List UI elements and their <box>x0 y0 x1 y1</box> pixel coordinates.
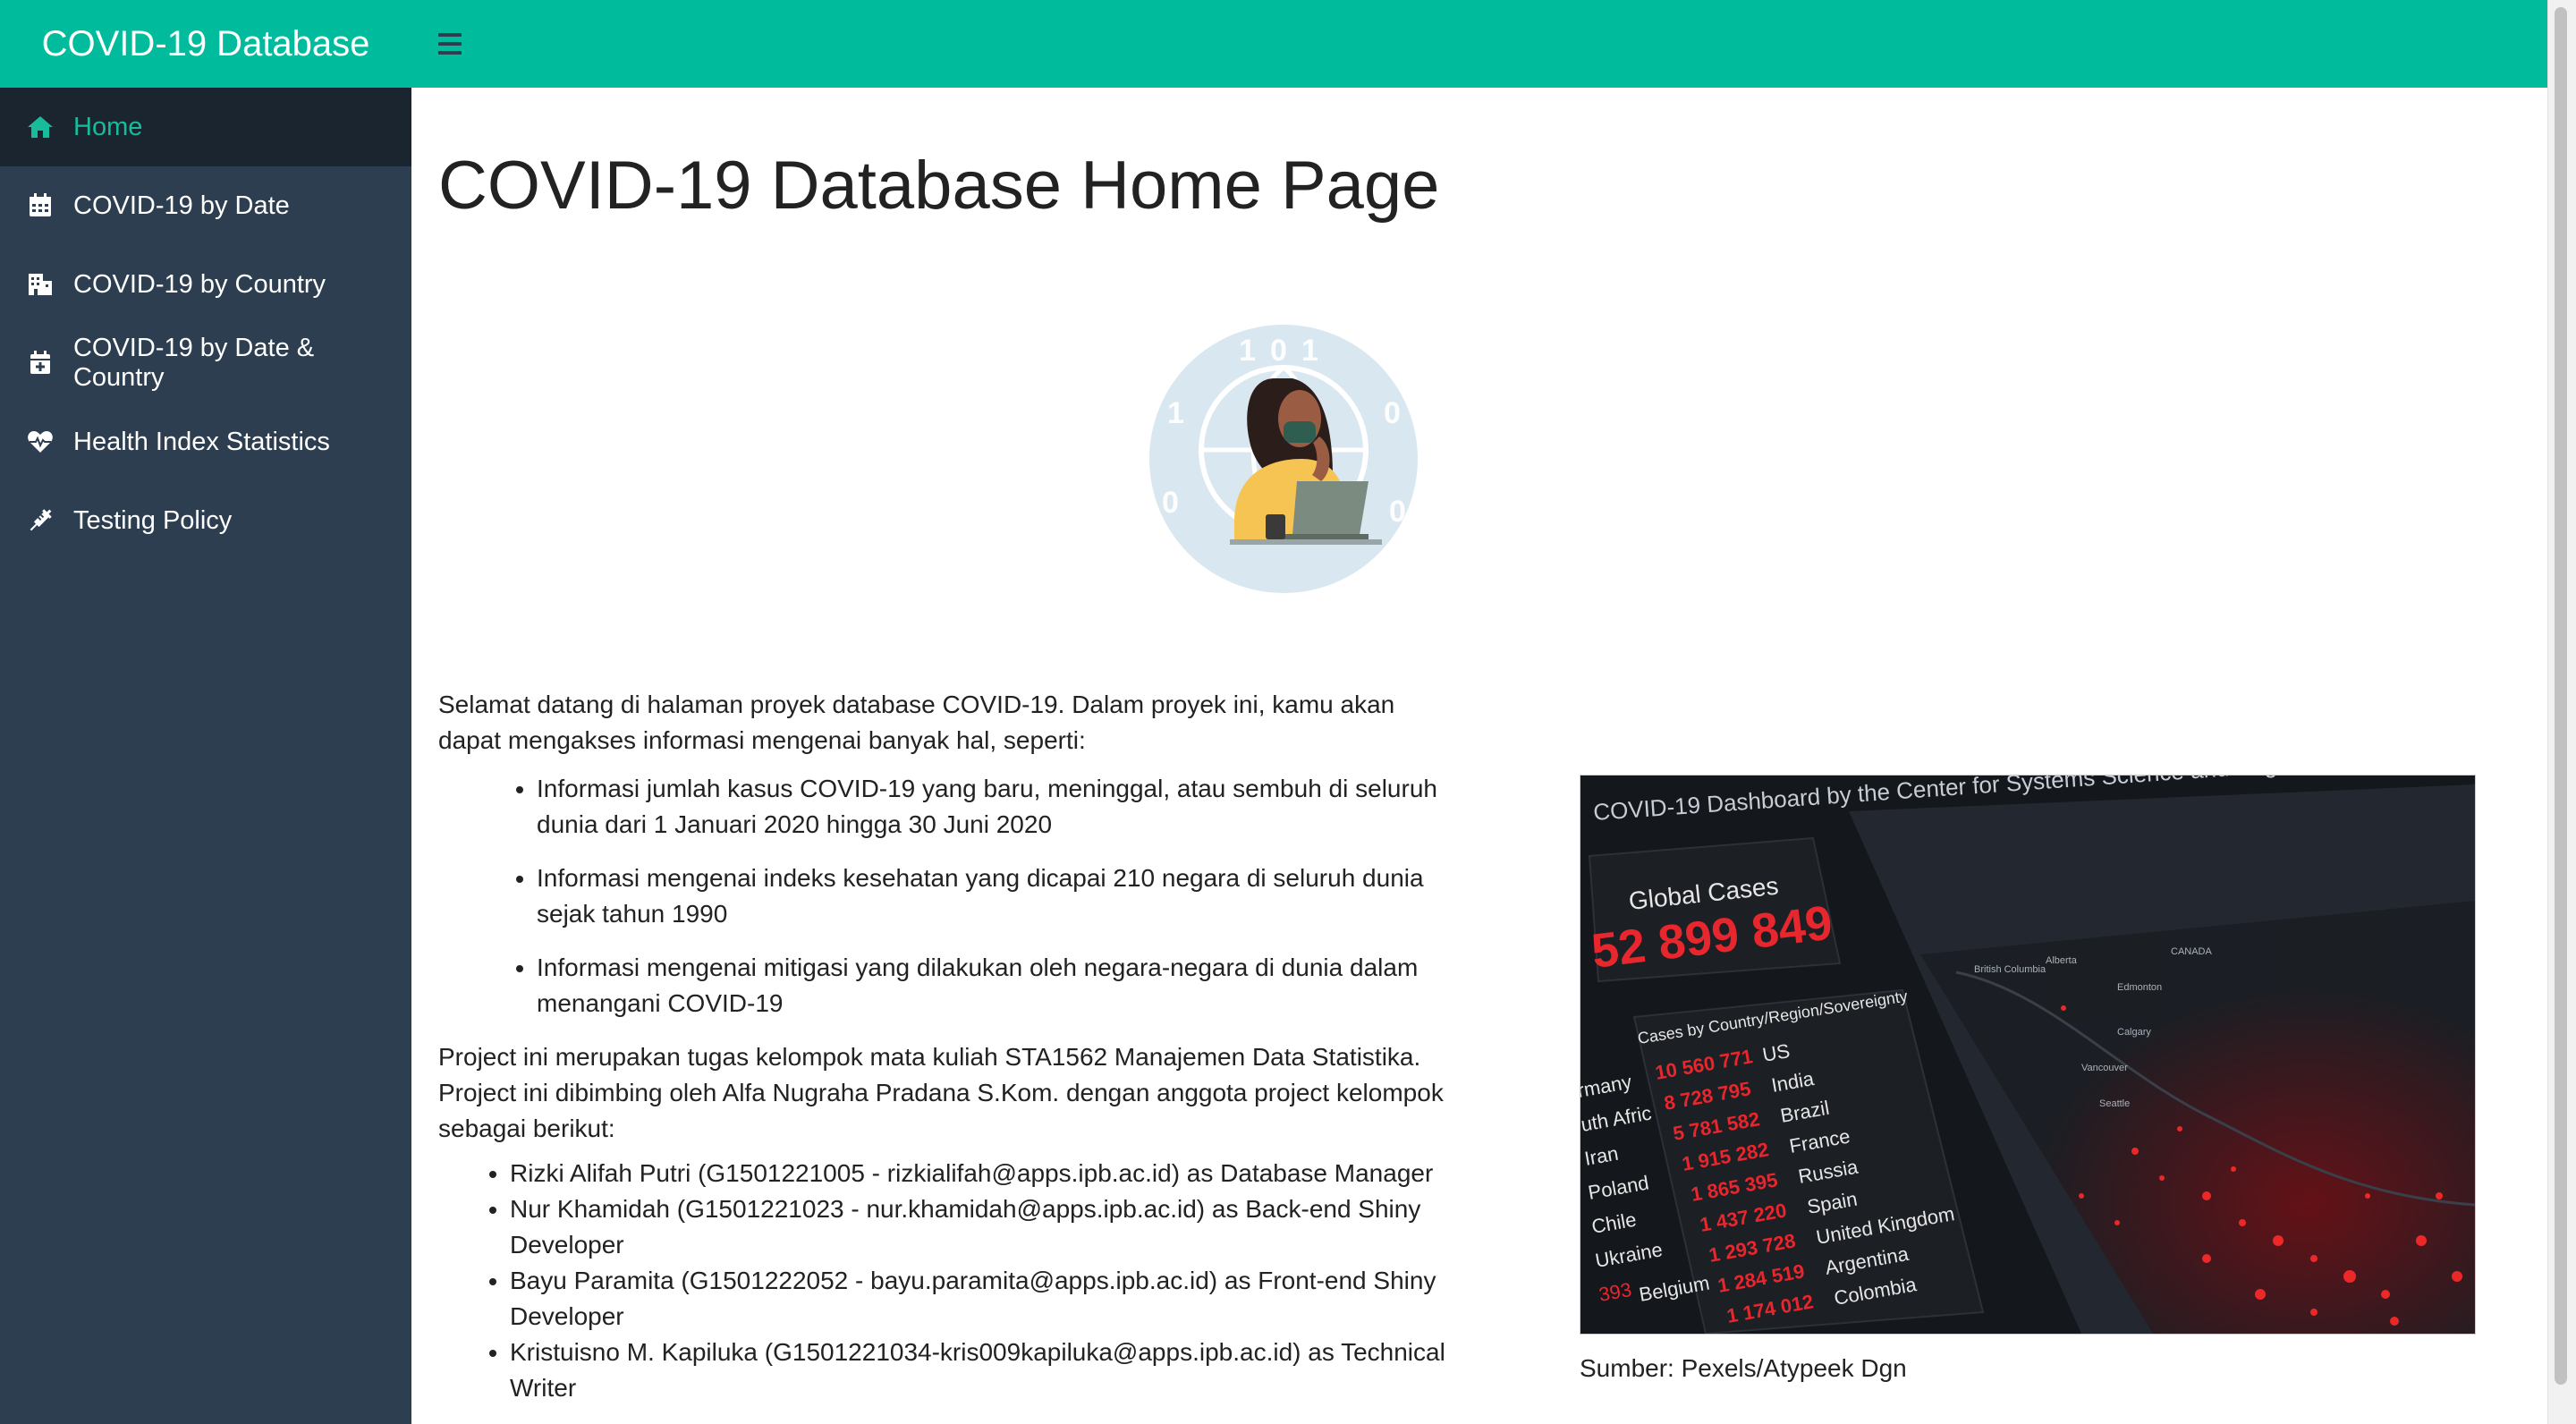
map-label: Edmonton <box>2117 982 2162 993</box>
sidebar-item-home[interactable]: Home <box>0 88 411 166</box>
svg-text:1: 1 <box>1239 334 1256 368</box>
building-icon <box>25 269 55 300</box>
list-item: Informasi jumlah kasus COVID-19 yang bar… <box>537 771 1458 843</box>
top-navbar: COVID-19 Database <box>0 0 2547 88</box>
brand-title[interactable]: COVID-19 Database <box>0 0 411 88</box>
sidebar-item-label: COVID-19 by Date <box>73 191 290 220</box>
feature-list: Informasi jumlah kasus COVID-19 yang bar… <box>438 771 1458 1021</box>
page-title: COVID-19 Database Home Page <box>438 148 1440 224</box>
list-item: Bayu Paramita (G1501222052 - bayu.parami… <box>510 1263 1458 1335</box>
sidebar-toggle-button[interactable] <box>438 24 478 64</box>
sidebar-item-label: COVID-19 by Country <box>73 269 326 299</box>
hamburger-icon <box>438 33 462 37</box>
dashboard-photo: COVID-19 Dashboard by the Center for Sys… <box>1580 775 2476 1335</box>
project-paragraph: Project ini merupakan tugas kelompok mat… <box>438 1043 1444 1142</box>
svg-text:1: 1 <box>1167 396 1184 430</box>
country-name: US <box>1761 1039 1792 1066</box>
list-item: Nur Khamidah (G1501221023 - nur.khamidah… <box>510 1191 1458 1263</box>
member-list: Rizki Alifah Putri (G1501221005 - rizkia… <box>438 1156 1458 1406</box>
svg-text:0: 0 <box>1384 396 1401 430</box>
sidebar-item-label: Health Index Statistics <box>73 427 330 456</box>
sidebar-item-covid-by-country[interactable]: COVID-19 by Country <box>0 245 411 324</box>
intro-section: Selamat datang di halaman proyek databas… <box>438 687 1458 1406</box>
heartbeat-icon <box>25 427 55 457</box>
home-icon <box>25 112 55 142</box>
map-label: CANADA <box>2171 946 2213 957</box>
list-item: Informasi mengenai mitigasi yang dilakuk… <box>537 950 1458 1021</box>
sidebar-item-testing-policy[interactable]: Testing Policy <box>0 481 411 560</box>
sidebar-item-label: Home <box>73 112 143 141</box>
svg-text:0: 0 <box>1389 495 1406 529</box>
svg-text:0: 0 <box>1270 334 1287 368</box>
list-item: Informasi mengenai indeks kesehatan yang… <box>537 860 1458 932</box>
sidebar: Home COVID-19 by Date COVID-19 by Countr… <box>0 88 411 1424</box>
sidebar-item-covid-by-date-country[interactable]: COVID-19 by Date & Country <box>0 324 411 403</box>
calendar-icon <box>25 191 55 221</box>
sidebar-item-covid-by-date[interactable]: COVID-19 by Date <box>0 166 411 245</box>
sidebar-item-label: Testing Policy <box>73 505 233 535</box>
scrollbar-thumb[interactable] <box>2555 7 2567 1385</box>
map-label: Seattle <box>2099 1098 2130 1109</box>
illustration-image: 101 10 00 <box>1149 325 1418 593</box>
sidebar-item-health-index[interactable]: Health Index Statistics <box>0 403 411 481</box>
list-item: Kristuisno M. Kapiluka (G1501221034-kris… <box>510 1335 1458 1406</box>
svg-text:0: 0 <box>1162 486 1179 520</box>
intro-paragraph: Selamat datang di halaman proyek databas… <box>438 691 1395 754</box>
sidebar-item-label: COVID-19 by Date & Country <box>72 334 315 392</box>
map-label: Vancouver <box>2081 1063 2128 1073</box>
calendar-plus-icon <box>25 348 55 378</box>
map-label: Alberta <box>2046 955 2078 966</box>
map-label: Calgary <box>2117 1027 2151 1038</box>
photo-caption: Sumber: Pexels/Atypeek Dgn <box>1580 1354 1907 1382</box>
map-label: British Columbia <box>1974 964 2046 975</box>
syringe-icon <box>25 505 55 536</box>
svg-text:1: 1 <box>1301 334 1318 368</box>
list-item: Rizki Alifah Putri (G1501221005 - rizkia… <box>510 1156 1458 1191</box>
